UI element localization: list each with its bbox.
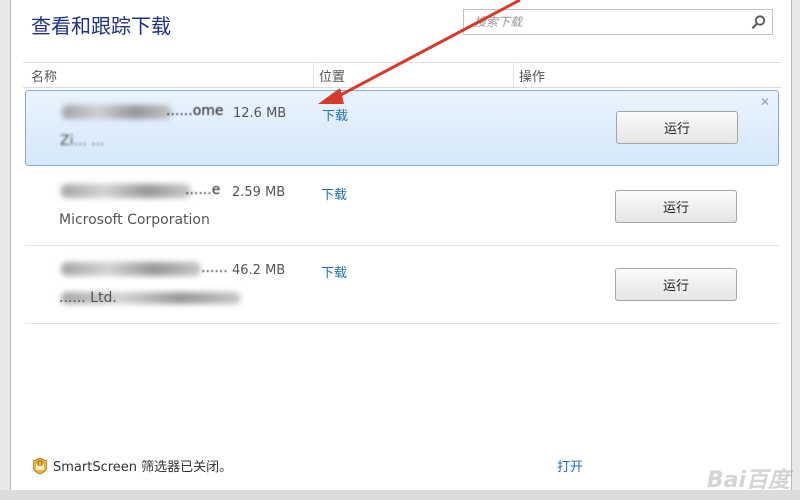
close-icon[interactable]: ✕	[760, 95, 770, 109]
column-header: 名称 位置 操作	[23, 62, 781, 88]
download-location-link[interactable]: 下载	[321, 184, 347, 203]
column-name-header[interactable]: 名称	[31, 66, 57, 85]
download-size: 12.6 MB	[233, 106, 287, 121]
run-button[interactable]: 运行	[615, 190, 737, 223]
download-publisher: Zi... ...	[60, 133, 105, 149]
download-location-link[interactable]: 下载	[321, 262, 347, 281]
download-filename: ......	[201, 260, 228, 276]
download-filename: ......e	[185, 182, 221, 198]
search-input[interactable]	[464, 10, 764, 34]
smartscreen-status: SmartScreen 筛选器已关闭。	[53, 460, 233, 475]
search-icon[interactable]	[751, 14, 767, 30]
download-row[interactable]: ...... ...... Ltd. 46.2 MB 下载 运行	[25, 248, 779, 324]
window-title: 查看和跟踪下载	[31, 14, 171, 38]
download-row[interactable]: ......e Microsoft Corporation 2.59 MB 下载…	[25, 170, 779, 246]
download-size: 2.59 MB	[232, 185, 286, 200]
run-button[interactable]: 运行	[615, 268, 737, 301]
download-manager-window: 查看和跟踪下载 名称 位置 操作 ......ome Zi... ... 12.…	[10, 0, 792, 500]
column-location-header[interactable]: 位置	[319, 66, 345, 85]
blurred-filename-mask	[61, 184, 191, 198]
window-bottom-border	[0, 490, 800, 500]
run-button[interactable]: 运行	[616, 111, 738, 144]
column-action-header[interactable]: 操作	[519, 66, 545, 85]
blurred-filename-mask	[62, 105, 172, 119]
column-divider	[513, 63, 514, 87]
download-row[interactable]: ......ome Zi... ... 12.6 MB 下载 运行 ✕	[25, 90, 779, 166]
open-smartscreen-link[interactable]: 打开	[557, 456, 583, 475]
blurred-filename-mask	[61, 262, 201, 276]
download-publisher: ...... Ltd.	[59, 290, 117, 306]
download-publisher: Microsoft Corporation	[59, 212, 210, 228]
footer-bar: SmartScreen 筛选器已关闭。 打开	[21, 440, 779, 490]
watermark-logo: Bai百度	[706, 468, 790, 493]
download-location-link[interactable]: 下载	[322, 105, 348, 124]
shield-icon	[33, 458, 47, 474]
download-filename: ......ome	[166, 103, 224, 119]
download-size: 46.2 MB	[232, 263, 286, 278]
column-divider	[313, 63, 314, 87]
search-box[interactable]	[463, 9, 773, 35]
